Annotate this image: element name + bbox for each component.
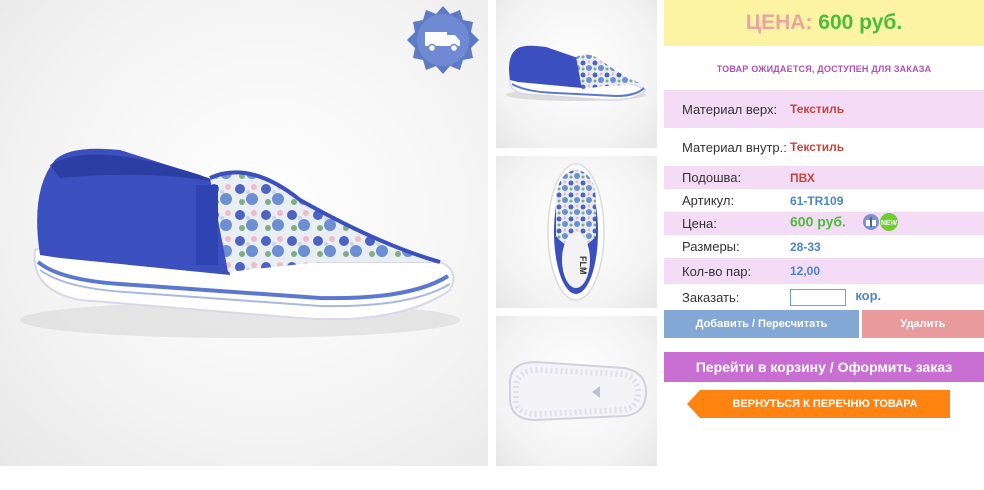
spec-row-article: Артикул: 61-TR109: [664, 189, 984, 212]
shoe-side-thumbnail-image: [506, 45, 648, 101]
spec-key: Заказать:: [682, 289, 740, 305]
new-badge-text: NEW: [881, 220, 898, 227]
gift-and-new-icon: NEW: [863, 213, 899, 231]
availability-status: ТОВАР ОЖИДАЕТСЯ, ДОСТУПЕН ДЛЯ ЗАКАЗА: [716, 64, 932, 74]
shoe-sole-thumbnail-image: [508, 360, 648, 422]
spec-row-upper-material: Материал верх: Текстиль: [664, 90, 984, 128]
truck-icon: [407, 6, 479, 74]
price-header: ЦЕНА: 600 руб.: [664, 0, 984, 46]
spec-key: Артикул:: [682, 193, 735, 208]
spec-value: 61-TR109: [790, 193, 844, 208]
spec-row-price: Цена: 600 руб. NEW: [664, 212, 984, 235]
spec-value: ПВХ: [790, 170, 815, 185]
spec-price-value: 600 руб.: [790, 213, 846, 230]
spec-key: Размеры:: [682, 239, 740, 254]
sole-view-thumbnail[interactable]: [496, 316, 657, 466]
spec-row-sole: Подошва: ПВХ: [664, 166, 984, 189]
spec-value: Текстиль: [790, 140, 845, 154]
spec-row-lining-material: Материал внутр.: Текстиль: [664, 128, 984, 166]
spec-key: Кол-во пар:: [682, 263, 752, 279]
shoe-top-thumbnail-image: FLM: [547, 163, 605, 301]
spec-row-pairs: Кол-во пар: 12,00: [664, 258, 984, 284]
specs-table: Материал верх: Текстиль Материал внутр.:…: [664, 90, 984, 310]
back-to-list-button[interactable]: ВЕРНУТЬСЯ К ПЕРЕЧНЮ ТОВАРА: [687, 390, 950, 418]
spec-value: 12,00: [790, 264, 821, 278]
main-product-image[interactable]: [0, 0, 488, 466]
add-recalculate-button[interactable]: Добавить / Пересчитать: [664, 310, 859, 338]
spec-value: 28-33: [790, 239, 821, 254]
spec-key: Подошва:: [682, 170, 742, 185]
order-quantity-input[interactable]: [790, 288, 846, 306]
top-view-thumbnail[interactable]: FLM: [496, 156, 657, 308]
spec-key: Материал верх:: [682, 101, 778, 117]
delete-button[interactable]: Удалить: [862, 310, 984, 338]
action-buttons: Добавить / Пересчитать Удалить: [664, 310, 984, 338]
price-badges: NEW: [861, 212, 901, 235]
spec-key: Цена:: [682, 216, 717, 231]
go-to-cart-button[interactable]: Перейти в корзину / Оформить заказ: [664, 352, 984, 382]
spec-row-order: Заказать: кор.: [664, 284, 984, 310]
spec-row-sizes: Размеры: 28-33: [664, 235, 984, 258]
delivery-badge: [405, 4, 481, 80]
order-unit: кор.: [855, 288, 882, 304]
spec-value: Текстиль: [790, 102, 845, 116]
price-label: ЦЕНА:: [745, 11, 813, 34]
product-info-panel: ЦЕНА: 600 руб. ТОВАР ОЖИДАЕТСЯ, ДОСТУПЕН…: [664, 0, 984, 418]
side-view-thumbnail[interactable]: [496, 0, 657, 148]
svg-text:FLM: FLM: [578, 256, 588, 275]
spec-key: Материал внутр.:: [682, 139, 787, 155]
price-value: 600 руб.: [818, 11, 903, 34]
